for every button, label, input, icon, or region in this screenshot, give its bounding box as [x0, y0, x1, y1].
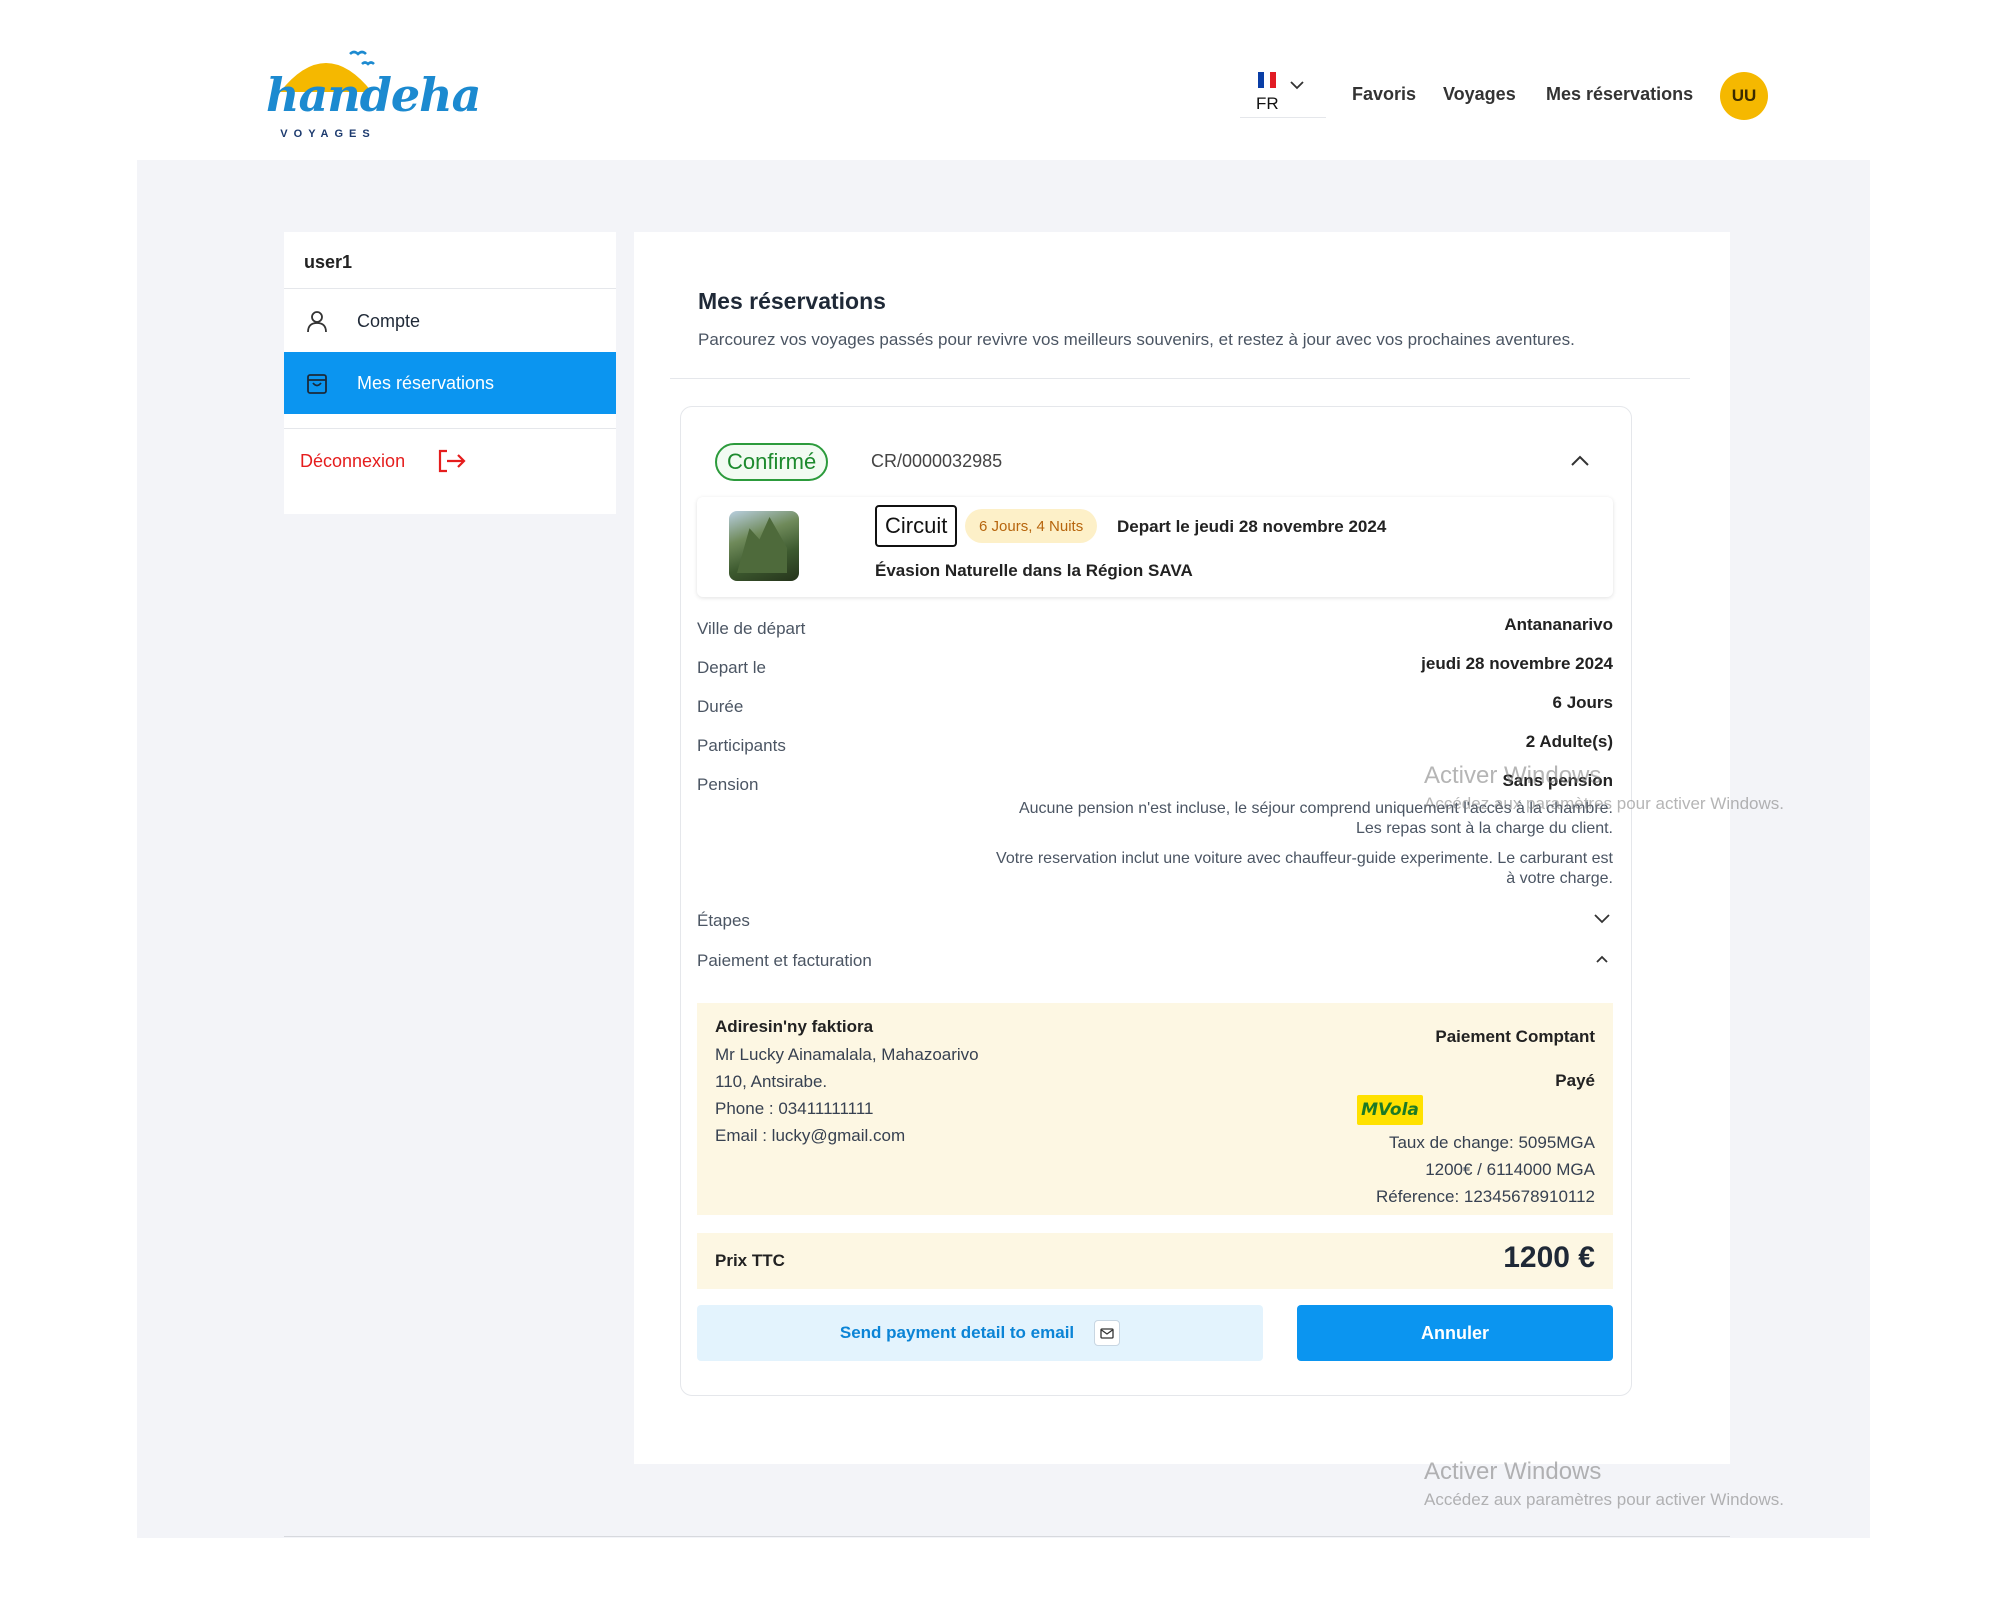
trip-thumbnail: [729, 511, 799, 581]
detail-value: jeudi 28 novembre 2024: [1421, 654, 1613, 673]
divider: [284, 288, 616, 289]
price-label: Prix TTC: [715, 1251, 785, 1270]
detail-label: Durée: [697, 697, 744, 716]
billing-line: 110, Antsirabe.: [715, 1072, 828, 1091]
payment-label: Paiement et facturation: [697, 951, 872, 970]
payment-accordion[interactable]: Paiement et facturation: [697, 951, 1613, 971]
mvola-logo: MVola: [1357, 1095, 1423, 1125]
mail-icon: [1094, 1320, 1121, 1346]
chevron-up-icon[interactable]: [1569, 453, 1591, 467]
sidebar-username: user1: [304, 252, 353, 272]
nav-mes-reservations[interactable]: Mes réservations: [1546, 84, 1693, 105]
logout-button[interactable]: Déconnexion: [300, 448, 467, 474]
detail-label: Participants: [697, 736, 786, 755]
price-row: Prix TTC 1200 €: [697, 1233, 1613, 1289]
page-subtitle: Parcourez vos voyages passés pour revivr…: [698, 330, 1575, 349]
user-icon: [307, 311, 327, 333]
detail-value: Antananarivo: [1504, 615, 1613, 634]
logo-wordmark: handeha: [266, 68, 481, 122]
billing-title: Adiresin'ny faktiora: [715, 1017, 874, 1036]
language-selector[interactable]: FR: [1240, 70, 1326, 118]
price-value: 1200 €: [1503, 1241, 1595, 1274]
bag-icon: [307, 374, 327, 394]
logo-subtitle: VOYAGES: [280, 128, 376, 140]
detail-row: Depart le jeudi 28 novembre 2024: [697, 654, 1613, 684]
windows-activation-watermark: Activer Windows Accédez aux paramètres p…: [1424, 1458, 1784, 1509]
france-flag-icon: [1258, 72, 1276, 88]
amount-conversion: 1200€ / 6114000 MGA: [1425, 1160, 1595, 1179]
steps-label: Étapes: [697, 911, 750, 930]
detail-row: Durée 6 Jours: [697, 693, 1613, 723]
chevron-down-icon: [1594, 914, 1610, 924]
detail-row: Participants 2 Adulte(s): [697, 732, 1613, 762]
reservation-reference: CR/0000032985: [871, 451, 1003, 471]
detail-label: Depart le: [697, 658, 766, 677]
logout-icon: [438, 449, 466, 473]
detail-label: Pension: [697, 775, 759, 794]
logout-label: Déconnexion: [300, 450, 406, 471]
payment-status: Payé: [1555, 1071, 1595, 1090]
send-email-button[interactable]: Send payment detail to email: [697, 1305, 1263, 1361]
chevron-up-icon: [1596, 955, 1608, 963]
billing-line: Email : lucky@gmail.com: [715, 1126, 906, 1145]
steps-accordion[interactable]: Étapes: [697, 911, 1613, 931]
divider: [284, 1536, 1730, 1537]
sidebar-item-compte[interactable]: Compte: [284, 290, 616, 352]
detail-value: 6 Jours: [1552, 693, 1613, 712]
top-header: handeha VOYAGES FR Favoris Voyages Mes r…: [0, 0, 2000, 160]
exchange-rate: Taux de change: 5095MGA: [1388, 1133, 1595, 1152]
detail-label: Ville de départ: [697, 619, 806, 638]
divider: [284, 428, 616, 429]
payment-reference: Réference: 12345678910112: [1376, 1187, 1595, 1206]
account-sidebar: user1 Compte Mes réservations Déconnexio…: [284, 232, 616, 514]
user-avatar[interactable]: UU: [1720, 72, 1768, 120]
nav-favoris[interactable]: Favoris: [1352, 84, 1416, 105]
trip-type-tag: Circuit: [875, 505, 958, 547]
page-title: Mes réservations: [698, 288, 886, 314]
billing-line: Phone : 03411111111: [715, 1099, 874, 1118]
trip-name: Évasion Naturelle dans la Région SAVA: [875, 561, 1193, 580]
handeha-logo[interactable]: handeha VOYAGES: [266, 40, 481, 146]
sidebar-item-label: Mes réservations: [357, 372, 495, 393]
payment-method: Paiement Comptant: [1435, 1027, 1595, 1046]
nav-voyages[interactable]: Voyages: [1443, 84, 1516, 105]
send-email-label: Send payment detail to email: [839, 1323, 1075, 1342]
detail-row: Ville de départ Antananarivo: [697, 615, 1613, 645]
reservation-card: Confirmé CR/0000032985 Circuit 6 Jours, …: [680, 406, 1632, 1396]
detail-value: 2 Adulte(s): [1525, 732, 1613, 751]
sidebar-item-mes-reservations[interactable]: Mes réservations: [284, 352, 616, 414]
billing-box: Adiresin'ny faktiora Mr Lucky Ainamalala…: [697, 1003, 1613, 1215]
billing-line: Mr Lucky Ainamalala, Mahazoarivo: [715, 1045, 979, 1064]
duration-tag: 6 Jours, 4 Nuits: [965, 509, 1098, 543]
car-note: Votre reservation inclut une voiture ave…: [996, 850, 1613, 887]
depart-heading: Depart le jeudi 28 novembre 2024: [1117, 517, 1387, 536]
cancel-button[interactable]: Annuler: [1297, 1305, 1613, 1361]
language-code: FR: [1256, 94, 1279, 113]
trip-summary[interactable]: Circuit 6 Jours, 4 Nuits Depart le jeudi…: [697, 497, 1613, 597]
sidebar-item-label: Compte: [357, 310, 421, 331]
chevron-down-icon: [1290, 81, 1304, 90]
reservations-panel: Mes réservations Parcourez vos voyages p…: [634, 232, 1730, 1464]
windows-activation-watermark: Activer Windows Accédez aux paramètres p…: [1424, 762, 1784, 813]
status-badge: Confirmé: [715, 443, 829, 481]
divider: [670, 378, 1690, 379]
